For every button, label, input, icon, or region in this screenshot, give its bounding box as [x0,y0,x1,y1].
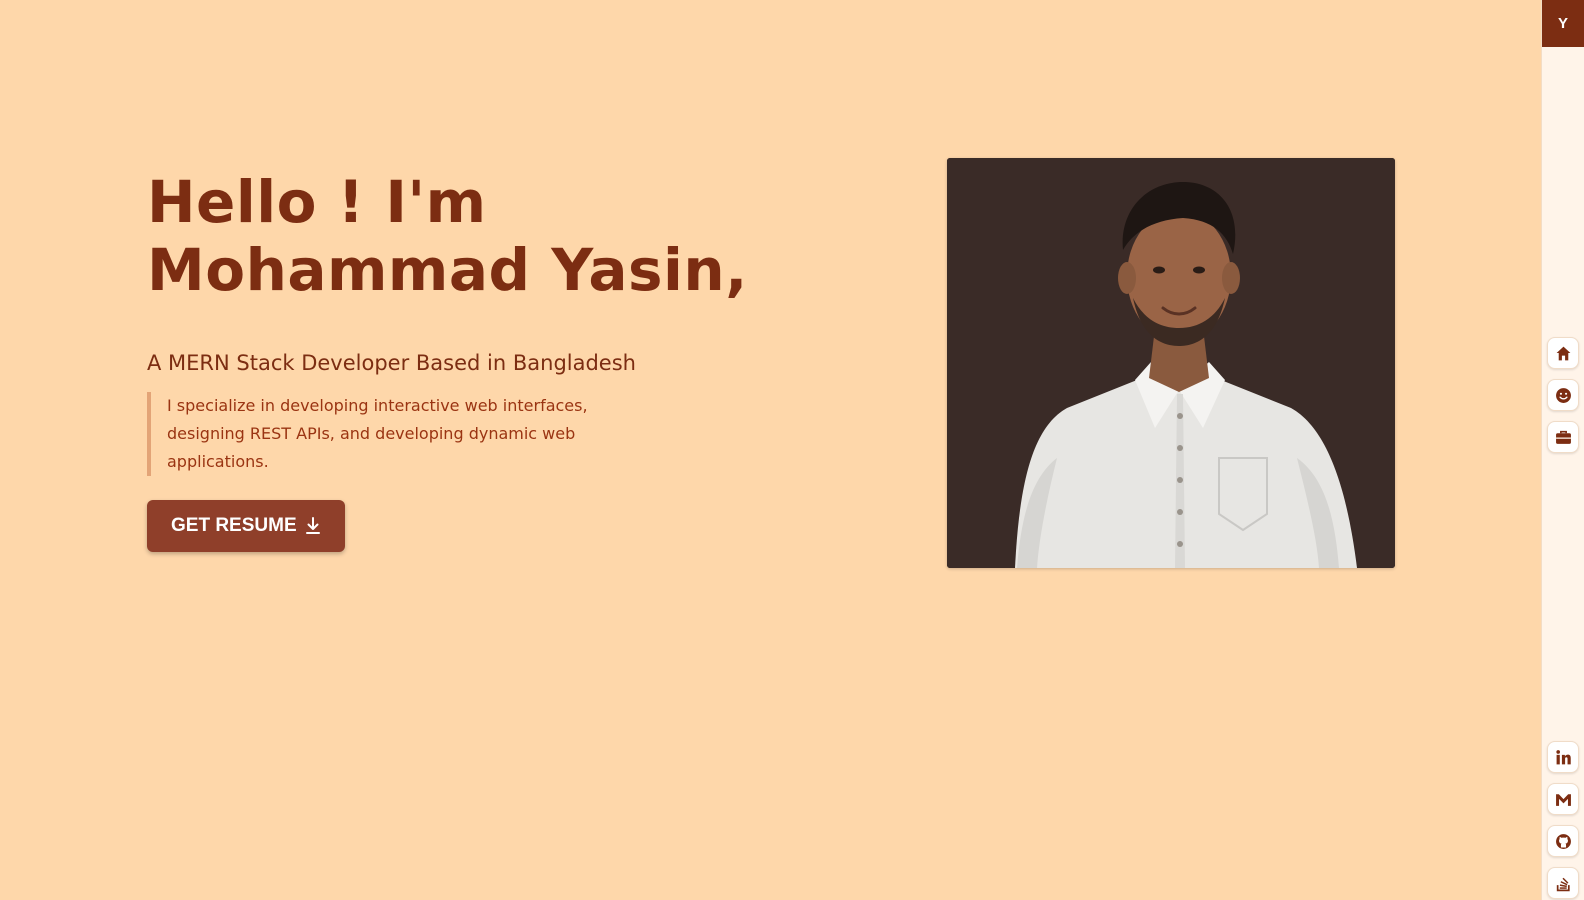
page: Hello ! I'm Mohammad Yasin, A MERN Stack… [0,0,1584,900]
gmail-link[interactable] [1547,783,1579,815]
side-navigation: Y [1541,0,1584,900]
profile-photo [947,158,1395,568]
get-resume-label: GET RESUME [171,515,297,536]
stackoverflow-icon [1556,877,1570,891]
hero-description: I specialize in developing interactive w… [147,392,597,476]
download-icon [305,517,321,535]
smile-icon [1555,387,1571,403]
linkedin-icon [1555,749,1571,764]
nav-projects-button[interactable] [1547,421,1579,453]
hero-title: Hello ! I'm Mohammad Yasin, [147,168,867,304]
github-link[interactable] [1547,825,1579,857]
home-icon [1556,346,1570,360]
nav-home-button[interactable] [1547,337,1579,369]
linkedin-link[interactable] [1547,741,1579,773]
site-logo[interactable]: Y [1542,0,1584,47]
hero-title-name: Mohammad Yasin, [147,236,748,304]
stackoverflow-link[interactable] [1547,867,1579,899]
briefcase-icon [1555,430,1571,444]
hero-title-greeting: Hello ! I'm [147,168,487,236]
hero-intro: Hello ! I'm Mohammad Yasin, A MERN Stack… [147,168,867,552]
gmail-icon [1555,793,1571,806]
hero-subtitle: A MERN Stack Developer Based in Banglade… [147,351,636,375]
github-icon [1555,833,1571,849]
nav-about-button[interactable] [1547,379,1579,411]
get-resume-button[interactable]: GET RESUME [147,500,345,552]
portrait-illustration [947,158,1395,568]
